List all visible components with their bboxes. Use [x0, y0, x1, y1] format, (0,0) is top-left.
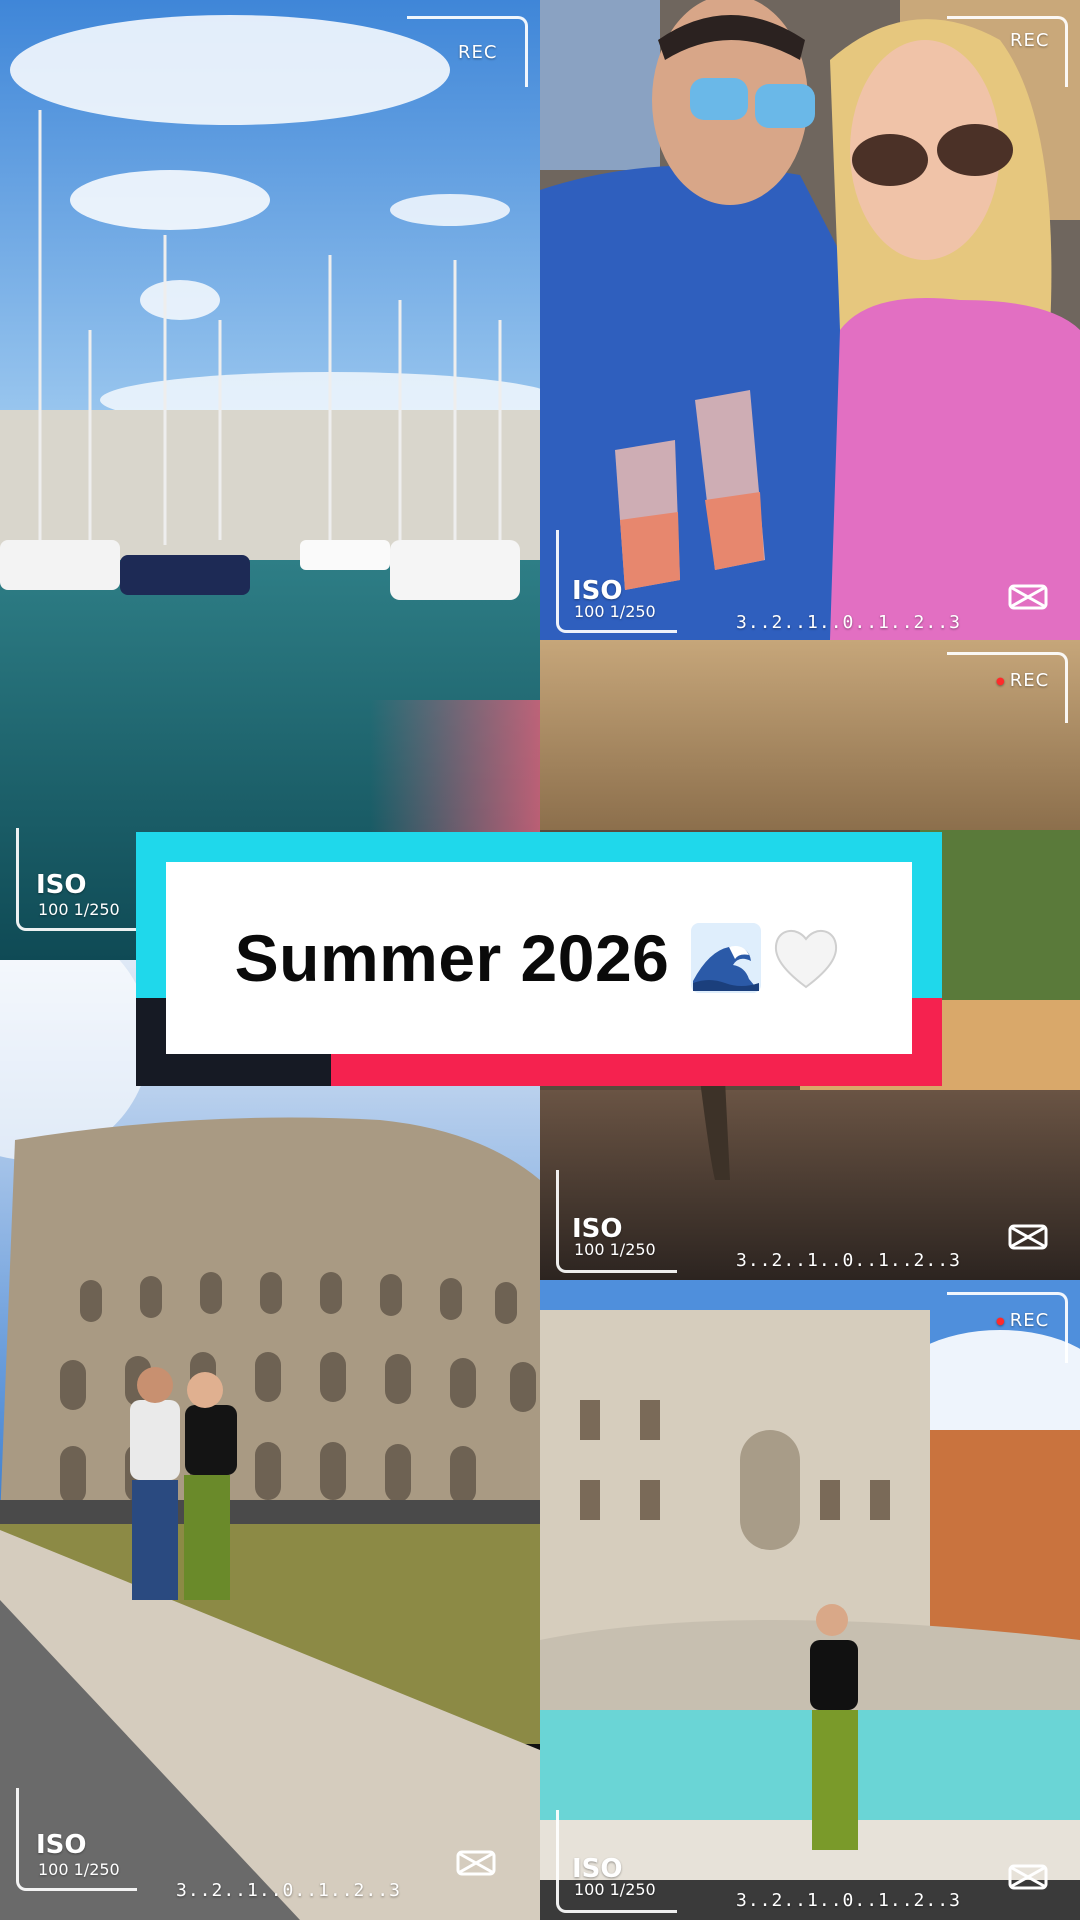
marina-photo-tile: REC ISO 100 1/250	[0, 0, 540, 960]
iso-subtitle: 100 1/250	[574, 602, 656, 621]
title-card: Summer 2026	[166, 862, 912, 1054]
exposure-scale: 3..2..1..0..1..2..3	[736, 612, 961, 633]
exposure-scale: 3..2..1..0..1..2..3	[176, 1880, 401, 1901]
rec-label: ● REC	[996, 1310, 1049, 1331]
iso-subtitle: 100 1/250	[38, 1860, 120, 1879]
rec-text: REC	[1009, 1310, 1050, 1331]
title-banner: Summer 2026	[136, 832, 942, 1086]
iso-title: ISO	[36, 1830, 87, 1860]
rec-label: ● REC	[996, 670, 1049, 691]
exposure-scale: 3..2..1..0..1..2..3	[736, 1890, 961, 1911]
colosseum-scene	[0, 960, 540, 1920]
video-title: Summer 2026	[234, 921, 670, 995]
rec-dot-icon: ●	[996, 1315, 1006, 1327]
iso-title: ISO	[36, 870, 87, 900]
rec-text: REC	[1009, 670, 1050, 691]
rec-label: REC	[1010, 30, 1050, 51]
capcut-logo-icon	[1008, 1864, 1048, 1890]
capcut-logo-icon	[456, 1850, 496, 1876]
white-heart-emoji-icon	[775, 930, 838, 989]
exposure-scale: 3..2..1..0..1..2..3	[736, 1250, 961, 1271]
marina-scene	[0, 0, 540, 960]
colosseum-photo-tile: ISO 100 1/250 3..2..1..0..1..2..3	[0, 960, 540, 1920]
iso-subtitle: 100 1/250	[574, 1240, 656, 1259]
iso-subtitle: 100 1/250	[38, 900, 120, 919]
selfie-photo-tile: REC ISO 100 1/250 3..2..1..0..1..2..3	[540, 0, 1080, 640]
rec-frame	[947, 16, 1068, 87]
rec-label: REC	[458, 42, 498, 63]
wave-emoji-icon	[691, 923, 762, 993]
capcut-logo-icon	[1008, 584, 1048, 610]
rec-dot-icon: ●	[996, 675, 1006, 687]
trevi-photo-tile: ● REC ISO 100 1/250 3..2..1..0..1..2..3	[540, 1280, 1080, 1920]
capcut-logo-icon	[1008, 1224, 1048, 1250]
iso-subtitle: 100 1/250	[574, 1880, 656, 1899]
